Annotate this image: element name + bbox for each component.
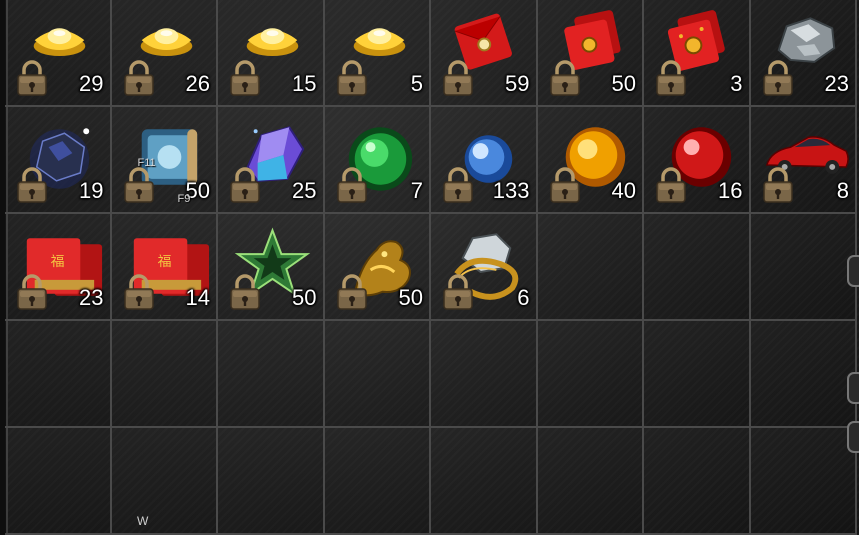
hotkey-label-w: W [137,514,149,528]
empty-inventory-slot[interactable] [218,321,325,428]
empty-inventory-slot[interactable] [431,428,538,535]
inventory-slot[interactable]: 8 [750,107,857,214]
empty-inventory-slot[interactable] [111,321,218,428]
item-count: 25 [292,178,317,203]
inventory-slot[interactable]: 福 14 [111,214,218,321]
item-count: 19 [79,178,104,203]
empty-inventory-slot[interactable] [537,214,644,321]
inventory-slot[interactable]: 50 [537,0,644,107]
inventory-slot[interactable]: 133 [431,107,538,214]
lock-icon [230,60,260,96]
item-count: 6 [517,285,530,310]
lock-icon [230,167,260,203]
inventory-slot[interactable]: 19 [5,107,112,214]
empty-inventory-slot[interactable] [644,321,751,428]
hotkey-label: F9 [177,193,191,205]
item-count: 23 [824,71,849,96]
lock-icon [762,60,793,96]
scroll-knob-lower[interactable] [847,421,859,453]
hotkey-label: F11 [137,157,156,169]
lock-icon [762,167,793,203]
svg-text:福: 福 [51,254,65,270]
lock-icon [549,60,580,96]
lock-icon [123,167,154,203]
inventory-slot[interactable]: 3 [644,0,751,107]
empty-inventory-slot[interactable] [750,321,857,428]
lock-icon [17,167,47,203]
inventory-slot[interactable]: 25 [218,107,325,214]
inventory-slot[interactable]: 7 [324,107,431,214]
lock-icon [17,274,47,310]
empty-inventory-slot[interactable] [750,428,857,535]
inventory-slot[interactable]: 23 [750,0,857,107]
item-count: 26 [185,71,210,96]
inventory-slot[interactable]: 福 23 [5,214,112,321]
lock-icon [336,60,367,96]
empty-inventory-slot[interactable] [324,321,431,428]
item-count: 40 [611,178,636,203]
item-count: 8 [836,178,849,203]
item-count: 14 [185,285,210,310]
item-count: 50 [398,285,423,310]
inventory-slot[interactable]: 50 F11 F9 [111,107,218,214]
lock-icon [17,60,47,96]
empty-inventory-slot[interactable] [5,321,112,428]
inventory-slot[interactable]: 16 [644,107,751,214]
empty-inventory-slot[interactable] [644,214,751,321]
lock-icon [656,167,686,203]
item-count: 23 [79,285,104,310]
item-count: 59 [505,71,530,96]
lock-icon [123,60,154,96]
lock-icon [443,274,473,310]
empty-inventory-slot[interactable] [750,214,857,321]
item-count: 50 [292,285,317,310]
empty-inventory-slot[interactable] [324,428,431,535]
lock-icon [443,60,473,96]
scroll-knob-upper[interactable] [847,255,859,287]
lock-icon [443,167,473,203]
item-count: 15 [292,71,317,96]
item-count: 7 [410,178,423,203]
inventory-slot[interactable]: 6 [431,214,538,321]
inventory-slot[interactable]: 5 [324,0,431,107]
lock-icon [656,60,686,96]
empty-inventory-slot[interactable] [537,428,644,535]
inventory-slot[interactable]: 50 [218,214,325,321]
empty-inventory-slot[interactable] [537,321,644,428]
lock-icon [336,274,367,310]
inventory-slot[interactable]: 26 [111,0,218,107]
inventory-slot[interactable]: 29 [5,0,112,107]
inventory-slot[interactable]: 15 [218,0,325,107]
item-count: 133 [492,178,530,203]
lock-icon [549,167,580,203]
empty-inventory-slot[interactable] [218,428,325,535]
inventory-slot[interactable]: 40 [537,107,644,214]
lock-icon [123,274,154,310]
item-count: 16 [718,178,743,203]
item-count: 29 [79,71,104,96]
lock-icon [230,274,260,310]
inventory-grid: 29 26 15 5 59 50 3 23 19 50 F11 F9 25 7 … [5,0,859,535]
inventory-slot[interactable]: 59 [431,0,538,107]
empty-inventory-slot[interactable] [644,428,751,535]
item-count: 5 [410,71,423,96]
svg-text:福: 福 [157,254,171,270]
empty-inventory-slot[interactable] [431,321,538,428]
empty-inventory-slot[interactable] [5,428,112,535]
lock-icon [336,167,367,203]
item-count: 50 [611,71,636,96]
empty-inventory-slot[interactable] [111,428,218,535]
scroll-knob-middle[interactable] [847,372,859,404]
item-count: 3 [730,71,743,96]
inventory-slot[interactable]: 50 [324,214,431,321]
